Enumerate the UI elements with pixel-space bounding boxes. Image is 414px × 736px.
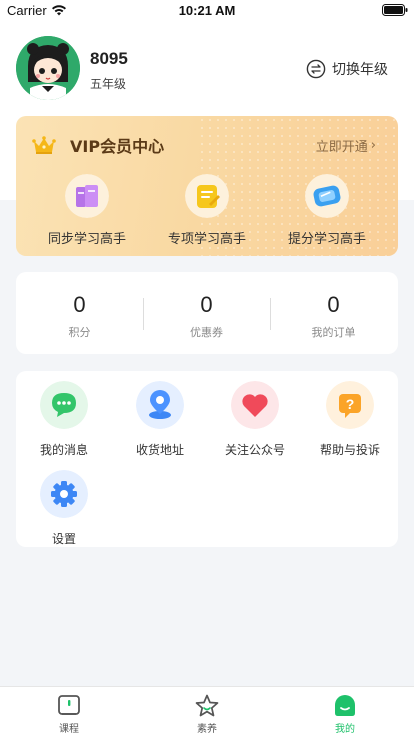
swap-icon (306, 59, 326, 79)
vip-item-special[interactable]: 专项学习高手 (152, 174, 262, 247)
service-label: 设置 (51, 532, 76, 546)
stats-card: 0 积分 0 优惠券 0 我的订单 (16, 272, 398, 354)
vip-open-label: 立即开通 (315, 140, 368, 155)
vip-open-link[interactable]: 立即开通 › (316, 136, 376, 155)
svg-text:?: ? (346, 396, 355, 412)
service-label: 帮助与投诉 (319, 443, 380, 457)
service-help[interactable]: ? 帮助与投诉 (302, 381, 398, 458)
vip-card[interactable]: VIP会员中心 立即开通 › 同步学习高手 专项学习高手 提分学习高手 (16, 116, 398, 256)
service-label: 关注公众号 (224, 443, 285, 457)
location-icon (136, 381, 184, 429)
service-follow[interactable]: 关注公众号 (207, 381, 303, 458)
services-card: 我的消息 收货地址 关注公众号 ? 帮助与投诉 设置 (16, 371, 398, 547)
username: 8095 (90, 49, 128, 68)
stat-value: 0 (200, 292, 213, 317)
star-icon (195, 694, 219, 717)
service-address[interactable]: 收货地址 (112, 381, 208, 458)
grade-label: 五年级 (90, 77, 127, 91)
status-bar: Carrier 10:21 AM (0, 0, 414, 22)
avatar[interactable] (16, 36, 80, 100)
stat-coupons[interactable]: 0 优惠券 (143, 292, 270, 340)
stat-label: 积分 (68, 326, 91, 339)
stat-label: 我的订单 (311, 326, 356, 339)
switch-grade-button[interactable]: 切换年级 (306, 58, 388, 80)
question-icon: ? (326, 381, 374, 429)
gear-icon (40, 470, 88, 518)
vip-item-sync[interactable]: 同步学习高手 (32, 174, 142, 247)
tab-mine[interactable]: 我的 (276, 693, 414, 735)
message-icon (40, 381, 88, 429)
tab-literacy[interactable]: 素养 (138, 693, 276, 735)
stat-points[interactable]: 0 积分 (16, 292, 143, 340)
battery-icon (382, 4, 408, 16)
heart-icon (231, 381, 279, 429)
course-icon (58, 695, 80, 715)
stat-value: 0 (327, 292, 340, 317)
vip-item-score[interactable]: 提分学习高手 (272, 174, 382, 247)
tab-bar: 课程 素养 我的 (0, 686, 414, 736)
notepad-icon (185, 174, 229, 218)
vip-item-label: 专项学习高手 (167, 232, 246, 247)
service-messages[interactable]: 我的消息 (16, 381, 112, 458)
vip-item-label: 提分学习高手 (287, 232, 366, 247)
service-settings[interactable]: 设置 (16, 470, 112, 547)
stat-value: 0 (73, 292, 86, 317)
vip-item-label: 同步学习高手 (47, 232, 126, 247)
profile-icon (335, 695, 355, 716)
status-time: 10:21 AM (178, 3, 236, 18)
vip-title-row: VIP会员中心 (32, 134, 164, 156)
scroll-icon (305, 174, 349, 218)
stat-orders[interactable]: 0 我的订单 (270, 292, 397, 340)
switch-grade-label: 切换年级 (332, 62, 388, 78)
tab-label: 课程 (59, 724, 79, 735)
tab-label: 我的 (335, 724, 355, 735)
chevron-right-icon: › (370, 138, 376, 153)
tab-label: 素养 (197, 724, 217, 735)
stat-label: 优惠券 (190, 326, 223, 339)
avatar-character-icon (16, 36, 80, 100)
tab-course[interactable]: 课程 (0, 693, 138, 735)
vip-benefits: 同步学习高手 专项学习高手 提分学习高手 (16, 174, 398, 247)
service-label: 我的消息 (39, 443, 88, 457)
crown-icon (32, 136, 56, 154)
vip-title: VIP会员中心 (70, 137, 165, 156)
profile-header: 8095 五年级 切换年级 (16, 36, 398, 102)
books-icon (65, 174, 109, 218)
service-label: 收货地址 (135, 443, 184, 457)
